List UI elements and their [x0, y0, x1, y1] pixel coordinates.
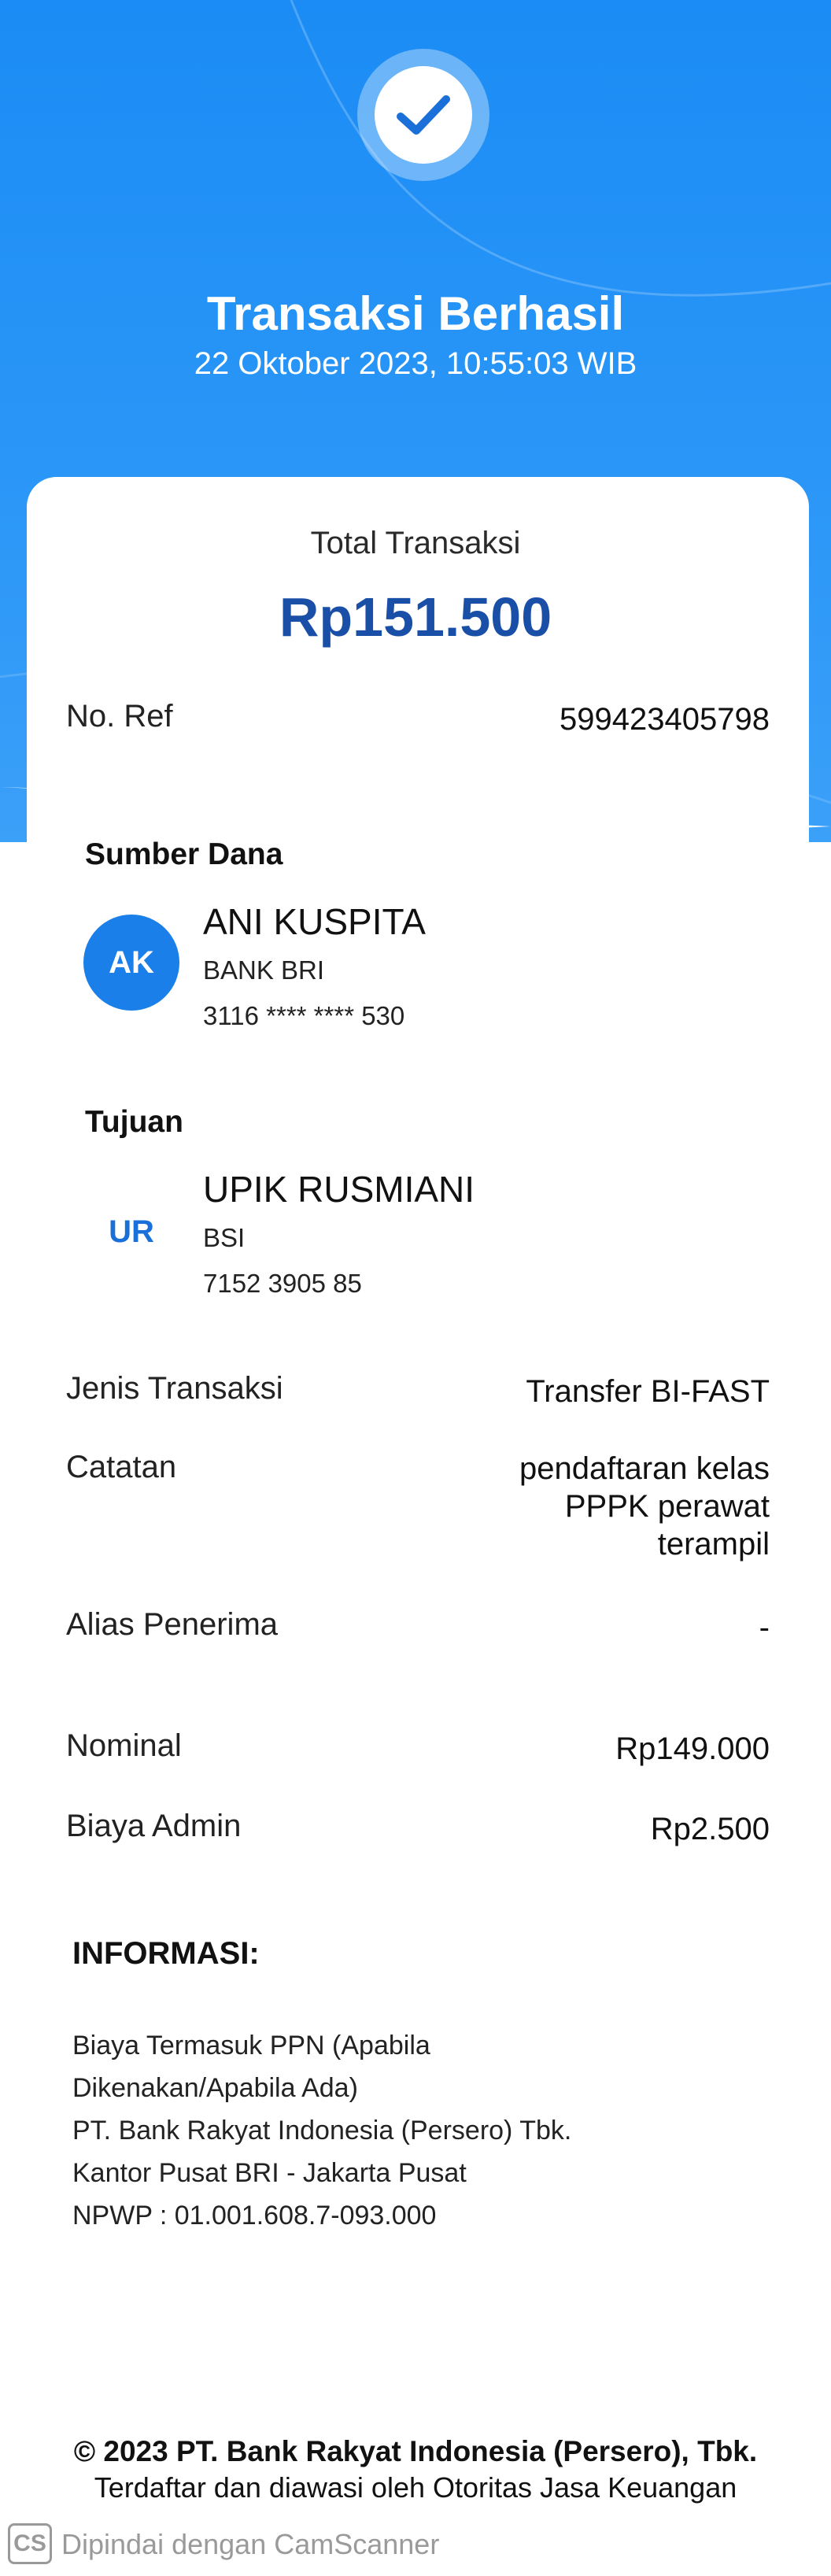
- footer-copyright: © 2023 PT. Bank Rakyat Indonesia (Perser…: [73, 2435, 758, 2467]
- note-label: Catatan: [66, 1450, 177, 1484]
- nominal-value: Rp149.000: [615, 1732, 770, 1766]
- source-avatar: AK: [83, 915, 179, 1011]
- transaction-type-value: Transfer BI-FAST: [526, 1374, 770, 1409]
- note-line-3: terampil: [657, 1527, 770, 1561]
- camscanner-logo: CS: [8, 2523, 52, 2564]
- total-amount: Rp151.500: [279, 586, 552, 648]
- destination-account: 7152 3905 85: [203, 1269, 362, 1298]
- page-title: Transaksi Berhasil: [206, 287, 625, 340]
- receipt-body: [0, 842, 831, 2576]
- admin-fee-label: Biaya Admin: [66, 1809, 242, 1843]
- info-line: Dikenakan/Apabila Ada): [72, 2073, 358, 2103]
- alias-value: -: [759, 1610, 770, 1645]
- destination-avatar: UR: [109, 1214, 154, 1249]
- ref-label: No. Ref: [66, 699, 173, 734]
- success-badge: [357, 49, 489, 181]
- destination-name: UPIK RUSMIANI: [203, 1169, 475, 1210]
- source-bank: BANK BRI: [203, 955, 325, 985]
- footer-regulator: Terdaftar dan diawasi oleh Otoritas Jasa…: [94, 2471, 737, 2504]
- destination-bank: BSI: [203, 1223, 246, 1252]
- transaction-type-label: Jenis Transaksi: [66, 1371, 283, 1406]
- source-name: ANI KUSPITA: [203, 901, 426, 942]
- destination-section-title: Tujuan: [85, 1105, 183, 1139]
- total-label: Total Transaksi: [310, 526, 521, 560]
- info-line: PT. Bank Rakyat Indonesia (Persero) Tbk.: [72, 2116, 572, 2145]
- source-section-title: Sumber Dana: [85, 837, 283, 871]
- nominal-label: Nominal: [66, 1728, 182, 1763]
- info-title: INFORMASI:: [72, 1936, 260, 1971]
- alias-label: Alias Penerima: [66, 1607, 279, 1642]
- info-line: NPWP : 01.001.608.7-093.000: [72, 2201, 437, 2230]
- admin-fee-value: Rp2.500: [650, 1812, 770, 1846]
- ref-value: 599423405798: [560, 702, 770, 737]
- note-line-1: pendaftaran kelas: [519, 1451, 770, 1486]
- transaction-datetime: 22 Oktober 2023, 10:55:03 WIB: [194, 346, 637, 381]
- camscanner-watermark: Dipindai dengan CamScanner: [61, 2528, 440, 2560]
- note-line-2: PPPK perawat: [564, 1489, 770, 1524]
- info-line: Kantor Pusat BRI - Jakarta Pusat: [72, 2158, 467, 2188]
- check-icon: [397, 95, 450, 135]
- source-account: 3116 **** **** 530: [203, 1001, 405, 1030]
- info-line: Biaya Termasuk PPN (Apabila: [72, 2031, 430, 2060]
